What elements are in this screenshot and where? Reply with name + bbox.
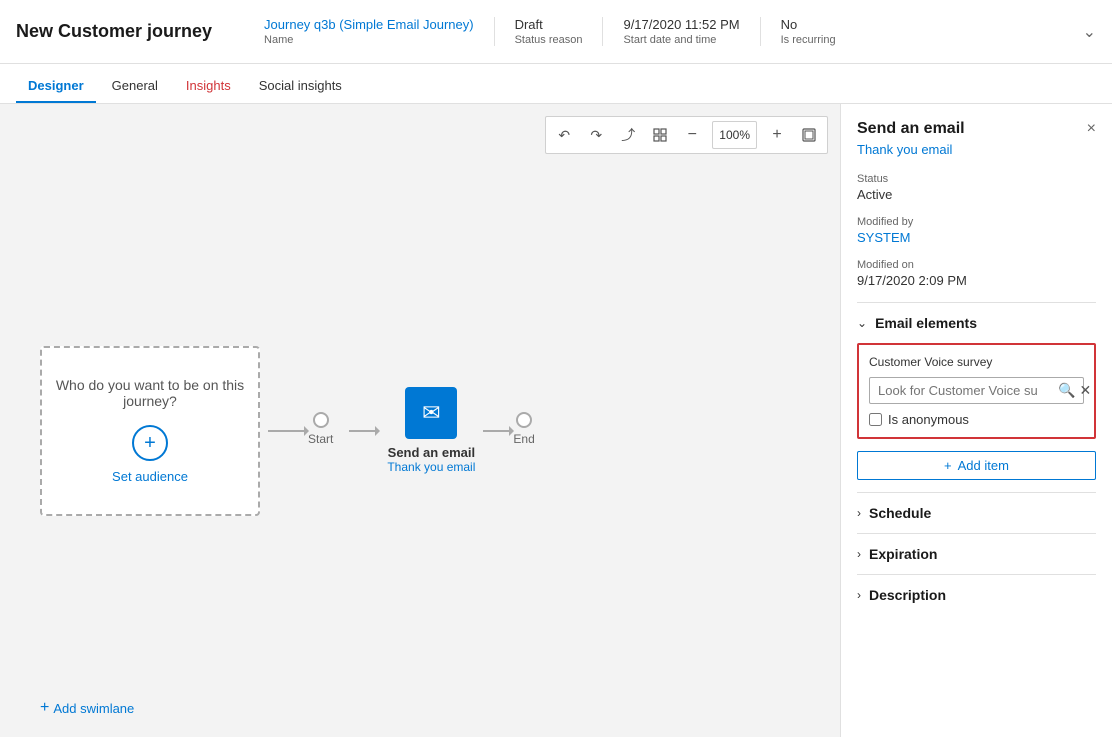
add-swimlane-button[interactable]: + Add swimlane [40,699,134,717]
modified-by-value[interactable]: SYSTEM [857,230,1096,245]
modified-by-field: Modified by SYSTEM [857,216,1096,245]
cv-survey-label: Customer Voice survey [869,355,1084,369]
schedule-chevron-icon: › [857,506,861,520]
cv-search-clear-icon[interactable]: ✕ [1079,382,1091,399]
start-connector: Start [260,412,341,450]
start-circle [313,412,329,428]
panel-title: Send an email [857,120,965,138]
status-field-value: Active [857,187,1096,202]
undo-button[interactable]: ↶ [550,121,578,149]
right-panel: Send an email × Thank you email Status A… [840,104,1112,737]
panel-subtitle[interactable]: Thank you email [857,142,1096,157]
status-field-label: Status [857,173,1096,185]
modified-by-label: Modified by [857,216,1096,228]
status-value: Draft [515,17,583,32]
tab-designer[interactable]: Designer [16,70,96,103]
modified-on-value: 9/17/2020 2:09 PM [857,273,1096,288]
recurring-meta: No Is recurring [760,17,856,46]
email-node-label: Send an email [388,445,475,460]
tab-social-insights[interactable]: Social insights [247,70,354,103]
post-email-connector: End [475,412,542,450]
cv-search-container: 🔍 ✕ [869,377,1084,404]
email-icon: ✉ [422,400,440,426]
tab-bar: Designer General Insights Social insight… [0,64,1112,104]
zoom-in-button[interactable]: + [763,121,791,149]
page-header: New Customer journey Journey q3b (Simple… [0,0,1112,64]
cv-survey-box: Customer Voice survey 🔍 ✕ Is anonymous [857,343,1096,439]
email-elements-section: ⌄ Email elements Customer Voice survey 🔍… [857,302,1096,480]
main-content: ↶ ↷ ⤴ − 100% + [0,104,1112,737]
email-icon-box[interactable]: ✉ [405,387,457,439]
email-elements-title: Email elements [875,315,977,331]
tab-general[interactable]: General [100,70,170,103]
start-date-value: 9/17/2020 11:52 PM [623,17,739,32]
journey-flow: Who do you want to be on this journey? +… [40,164,820,697]
recurring-value: No [781,17,836,32]
set-audience-link[interactable]: Set audience [112,469,188,484]
cv-anonymous-checkbox[interactable] [869,413,882,426]
grid-button[interactable] [646,121,674,149]
add-item-label: Add item [958,458,1009,473]
header-meta: Journey q3b (Simple Email Journey) Name … [244,17,1083,46]
email-node-sublabel: Thank you email [387,460,475,474]
add-swimlane-label: Add swimlane [53,701,134,716]
recurring-label: Is recurring [781,34,836,46]
description-section[interactable]: › Description [857,574,1096,615]
modified-on-field: Modified on 9/17/2020 2:09 PM [857,259,1096,288]
expand-button[interactable]: ⤴ [614,121,642,149]
start-date-label: Start date and time [623,34,739,46]
journey-name-meta: Journey q3b (Simple Email Journey) Name [244,17,494,46]
add-audience-button[interactable]: + [132,425,168,461]
start-date-meta: 9/17/2020 11:52 PM Start date and time [602,17,759,46]
tab-insights[interactable]: Insights [174,70,243,103]
audience-box: Who do you want to be on this journey? +… [40,346,260,516]
search-icon: 🔍 [1058,382,1075,399]
cv-search-input[interactable] [878,383,1054,398]
journey-canvas: ↶ ↷ ⤴ − 100% + [0,104,840,737]
zoom-level: 100% [712,121,757,149]
email-node[interactable]: ✉ Send an email Thank you email [387,387,475,474]
status-field: Status Active [857,173,1096,202]
cv-anonymous-checkbox-row: Is anonymous [869,412,1084,427]
description-chevron-icon: › [857,588,861,602]
expiration-section[interactable]: › Expiration [857,533,1096,574]
email-elements-header[interactable]: ⌄ Email elements [857,315,1096,331]
panel-close-button[interactable]: × [1087,120,1096,138]
zoom-out-button[interactable]: − [678,121,706,149]
status-label: Status reason [515,34,583,46]
add-swimlane-icon: + [40,699,49,717]
page-title: New Customer journey [16,21,212,42]
status-meta: Draft Status reason [494,17,603,46]
panel-header: Send an email × [857,120,1096,138]
schedule-title: Schedule [869,505,931,521]
schedule-section[interactable]: › Schedule [857,492,1096,533]
pre-email-connector [341,430,387,432]
canvas-toolbar: ↶ ↷ ⤴ − 100% + [545,116,828,154]
header-expand-icon[interactable]: ⌄ [1083,22,1096,42]
add-item-plus-icon: + [944,458,952,473]
journey-name-value[interactable]: Journey q3b (Simple Email Journey) [264,17,474,32]
expiration-chevron-icon: › [857,547,861,561]
email-elements-chevron-icon: ⌄ [857,316,867,330]
cv-anonymous-label[interactable]: Is anonymous [888,412,969,427]
fit-button[interactable] [795,121,823,149]
audience-text: Who do you want to be on this journey? [42,377,258,409]
redo-button[interactable]: ↷ [582,121,610,149]
modified-on-label: Modified on [857,259,1096,271]
expiration-title: Expiration [869,546,937,562]
journey-name-label: Name [264,34,474,46]
add-item-button[interactable]: + Add item [857,451,1096,480]
description-title: Description [869,587,946,603]
